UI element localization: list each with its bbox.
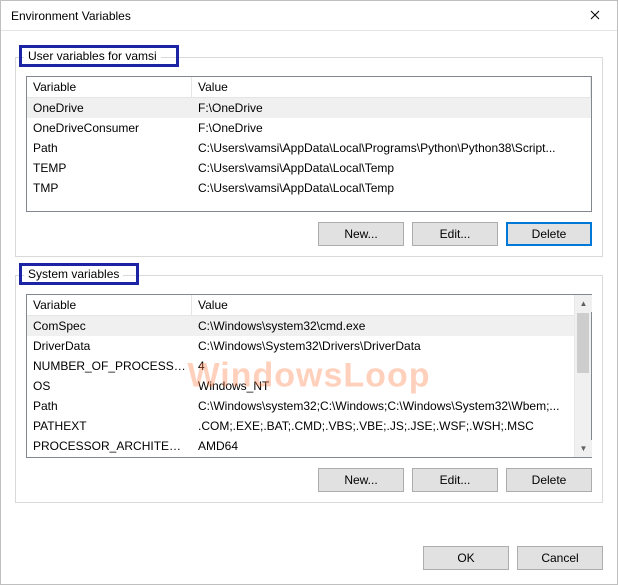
table-row[interactable]: PathC:\Windows\system32;C:\Windows;C:\Wi… (27, 396, 574, 416)
cell-value: C:\Windows\system32\cmd.exe (192, 316, 574, 336)
chevron-up-icon: ▲ (580, 300, 588, 308)
cell-variable: TMP (27, 178, 192, 198)
column-header-value[interactable]: Value (192, 77, 591, 97)
table-row[interactable]: DriverDataC:\Windows\System32\Drivers\Dr… (27, 336, 574, 356)
table-row[interactable]: OneDriveConsumerF:\OneDrive (27, 118, 591, 138)
cell-value: Windows_NT (192, 376, 574, 396)
cell-value: F:\OneDrive (192, 98, 591, 118)
user-group-label: User variables for vamsi (24, 49, 161, 63)
cell-variable: OneDrive (27, 98, 192, 118)
delete-button[interactable]: Delete (506, 468, 592, 492)
cell-variable: DriverData (27, 336, 192, 356)
cell-variable: NUMBER_OF_PROCESSORS (27, 356, 192, 376)
table-row[interactable]: ComSpecC:\Windows\system32\cmd.exe (27, 316, 574, 336)
column-header-variable[interactable]: Variable (27, 77, 192, 97)
table-row[interactable]: OSWindows_NT (27, 376, 574, 396)
window-title: Environment Variables (11, 9, 573, 23)
dialog-footer: OK Cancel (423, 546, 603, 570)
table-row[interactable]: PATHEXT.COM;.EXE;.BAT;.CMD;.VBS;.VBE;.JS… (27, 416, 574, 436)
system-group-label: System variables (24, 267, 123, 281)
table-row[interactable]: NUMBER_OF_PROCESSORS4 (27, 356, 574, 376)
cell-value: C:\Windows\system32;C:\Windows;C:\Window… (192, 396, 574, 416)
table-header: Variable Value (27, 77, 591, 98)
cell-variable: PROCESSOR_ARCHITECTURE (27, 436, 192, 456)
system-variables-group: System variables WindowsLoop Variable Va… (15, 275, 603, 503)
cancel-button[interactable]: Cancel (517, 546, 603, 570)
ok-button[interactable]: OK (423, 546, 509, 570)
cell-variable: OS (27, 376, 192, 396)
new-button[interactable]: New... (318, 468, 404, 492)
delete-button[interactable]: Delete (506, 222, 592, 246)
cell-variable: Path (27, 396, 192, 416)
cell-value: F:\OneDrive (192, 118, 591, 138)
cell-value: C:\Users\vamsi\AppData\Local\Temp (192, 178, 591, 198)
close-icon (590, 9, 600, 23)
scroll-down-button[interactable]: ▼ (575, 440, 592, 457)
cell-value: C:\Users\vamsi\AppData\Local\Temp (192, 158, 591, 178)
table-row[interactable]: TMPC:\Users\vamsi\AppData\Local\Temp (27, 178, 591, 198)
cell-variable: PATHEXT (27, 416, 192, 436)
table-row[interactable]: PROCESSOR_ARCHITECTUREAMD64 (27, 436, 574, 456)
table-row[interactable]: TEMPC:\Users\vamsi\AppData\Local\Temp (27, 158, 591, 178)
table-row[interactable]: OneDriveF:\OneDrive (27, 98, 591, 118)
cell-value: AMD64 (192, 436, 574, 456)
chevron-down-icon: ▼ (580, 445, 588, 453)
cell-value: C:\Users\vamsi\AppData\Local\Programs\Py… (192, 138, 591, 158)
table-header: Variable Value (27, 295, 591, 316)
table-row[interactable]: PathC:\Users\vamsi\AppData\Local\Program… (27, 138, 591, 158)
user-variables-table[interactable]: Variable Value OneDriveF:\OneDriveOneDri… (26, 76, 592, 212)
user-variables-group: User variables for vamsi Variable Value … (15, 57, 603, 257)
dialog-content: User variables for vamsi Variable Value … (1, 31, 617, 503)
cell-value: .COM;.EXE;.BAT;.CMD;.VBS;.VBE;.JS;.JSE;.… (192, 416, 574, 436)
scrollbar[interactable]: ▲ ▼ (574, 295, 591, 457)
close-button[interactable] (573, 1, 617, 31)
scroll-up-button[interactable]: ▲ (575, 295, 592, 312)
edit-button[interactable]: Edit... (412, 222, 498, 246)
cell-value: C:\Windows\System32\Drivers\DriverData (192, 336, 574, 356)
cell-value: 4 (192, 356, 574, 376)
system-buttons: New... Edit... Delete (26, 468, 592, 492)
scroll-thumb[interactable] (577, 313, 589, 373)
titlebar: Environment Variables (1, 1, 617, 31)
cell-variable: Path (27, 138, 192, 158)
column-header-variable[interactable]: Variable (27, 295, 192, 315)
column-header-value[interactable]: Value (192, 295, 591, 315)
user-buttons: New... Edit... Delete (26, 222, 592, 246)
cell-variable: OneDriveConsumer (27, 118, 192, 138)
cell-variable: ComSpec (27, 316, 192, 336)
system-variables-table[interactable]: WindowsLoop Variable Value ComSpecC:\Win… (26, 294, 592, 458)
cell-variable: TEMP (27, 158, 192, 178)
new-button[interactable]: New... (318, 222, 404, 246)
edit-button[interactable]: Edit... (412, 468, 498, 492)
